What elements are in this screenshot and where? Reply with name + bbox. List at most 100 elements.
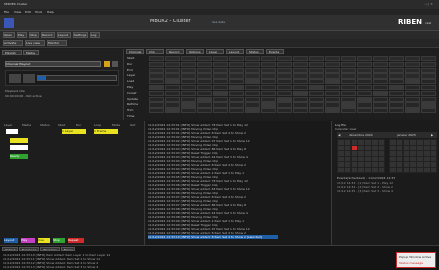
grid-cell[interactable] [357,85,372,91]
grid-cell[interactable] [373,79,388,85]
grid-cell[interactable] [309,90,324,97]
grid-cell[interactable] [325,90,340,97]
grid-cell[interactable] [341,67,356,73]
grid-cell[interactable] [421,85,436,91]
grid-cell[interactable] [389,85,404,91]
calendar-day[interactable] [365,162,371,167]
calendar-day[interactable] [358,140,364,145]
prev-month-icon[interactable]: ◀ [338,133,342,137]
grid-cell[interactable] [341,73,356,79]
grid-cell[interactable] [293,73,308,79]
grid-cell[interactable] [277,102,292,108]
grid-cell[interactable] [293,90,308,97]
calendar-day[interactable] [365,145,371,150]
grid-cell[interactable] [357,73,372,79]
calendar-day[interactable] [424,156,430,161]
calendar-day[interactable] [338,162,344,167]
calendar-day[interactable] [358,167,364,172]
calendar-day[interactable] [410,151,416,156]
grid-cell[interactable] [373,73,388,79]
grid-tab-events[interactable]: Events [266,49,284,54]
grid-cell[interactable] [357,102,372,108]
calendar-day[interactable] [430,167,437,172]
grid-cell[interactable] [229,108,244,114]
calendar-day[interactable] [396,167,403,172]
grid-cell[interactable] [149,90,164,97]
grid-cell[interactable] [373,102,388,108]
grid-cell[interactable] [293,56,308,62]
grid-cell[interactable] [213,61,228,68]
calendar-day[interactable] [403,167,410,172]
grid-cell[interactable] [229,67,244,73]
grid-cell[interactable] [149,56,164,62]
grid-cell[interactable] [245,96,260,102]
grid-cell[interactable] [293,61,308,68]
calendar-day[interactable] [338,151,344,156]
grid-cell[interactable] [197,96,212,102]
calendar-day[interactable] [403,145,410,150]
grid-cell[interactable] [277,67,292,73]
grid-cell[interactable] [229,90,244,97]
grid-cell[interactable] [165,96,180,102]
cue-button[interactable]: Cue [38,238,50,243]
grid-cell[interactable] [149,73,164,79]
calendar-day[interactable] [403,151,410,156]
grid-cell[interactable] [389,108,404,114]
grid-cell[interactable] [405,96,420,102]
tab-errors[interactable]: Errors [61,247,75,251]
calendar-day[interactable] [358,145,364,150]
tb-stop-button[interactable]: Stop [29,32,39,38]
grid-cell[interactable] [245,108,260,114]
grid-cell[interactable] [357,90,372,97]
grid-cell[interactable] [293,102,308,108]
grid-cell[interactable] [197,56,212,62]
grid-cell[interactable] [405,56,420,62]
grid-cell[interactable] [261,108,276,114]
grid-cell[interactable] [421,73,436,79]
calendar-day[interactable] [417,167,423,172]
grid-cell[interactable] [293,108,308,114]
layer-yellow-slot[interactable] [10,138,28,143]
grid-cell[interactable] [341,56,356,62]
grid-cell[interactable] [341,90,356,97]
grid-cell[interactable] [149,61,164,68]
grid-cell[interactable] [165,108,180,114]
grid-cell[interactable] [405,61,420,68]
grid-cell[interactable] [165,102,180,108]
calendar-day[interactable] [358,162,364,167]
calendar-day[interactable] [372,151,378,156]
grid-cell[interactable] [325,73,340,79]
grid-cell[interactable] [373,67,388,73]
calendar-day[interactable] [417,162,423,167]
menu-view[interactable]: View [14,10,21,14]
grid-tab-clip[interactable]: Clip [146,49,164,54]
grid-cell[interactable] [261,90,276,97]
play-button[interactable]: Play [21,238,35,243]
grid-cell[interactable] [389,90,404,97]
grid-cell[interactable] [309,73,324,79]
tab-media[interactable]: Media [23,50,39,55]
log-line-selected[interactable]: 11/12/2024 14:33:10 [INFO] Show added: 8… [148,235,278,239]
grid-cell[interactable] [149,67,164,73]
calendar-day[interactable] [351,145,358,150]
grid-cell[interactable] [389,67,404,73]
tb-open-button[interactable]: Open [3,32,15,38]
calendar-day[interactable] [390,167,396,172]
grid-cell[interactable] [261,61,276,68]
grid-cell[interactable] [309,108,324,114]
grid-cell[interactable] [213,85,228,91]
grid-cell[interactable] [197,85,212,91]
grid-tab-channel[interactable]: Channel [126,49,144,54]
calendar-day[interactable] [351,151,358,156]
calendar-day[interactable] [372,162,378,167]
calendar-day[interactable] [396,145,403,150]
grid-cell[interactable] [229,96,244,102]
grid-cell[interactable] [197,102,212,108]
calendar-day[interactable] [344,151,351,156]
grid-cell[interactable] [293,79,308,85]
calendar-day[interactable] [378,140,385,145]
stop-button[interactable]: Stop [53,238,65,243]
calendar-day[interactable] [403,140,410,145]
grid-cell[interactable] [357,108,372,114]
play-icon[interactable] [9,74,21,83]
